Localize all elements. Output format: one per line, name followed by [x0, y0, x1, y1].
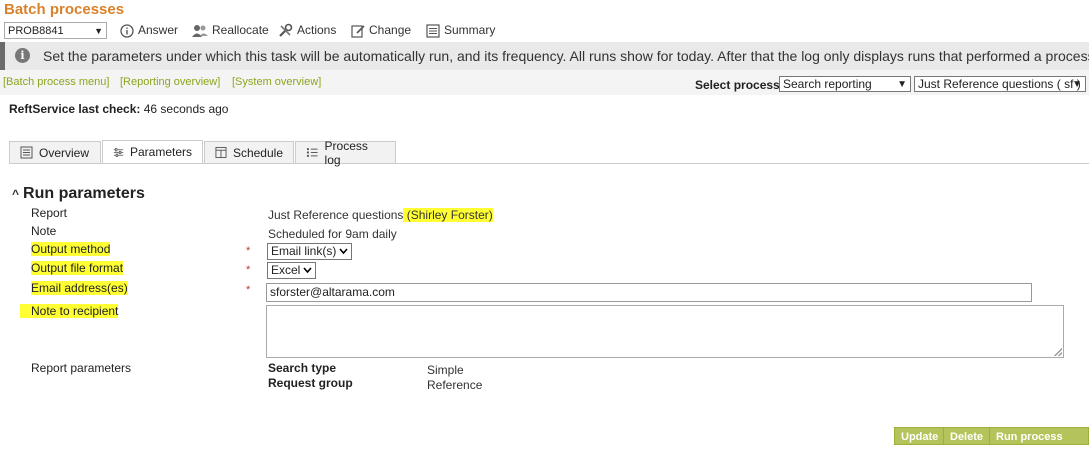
- output-method-label: Output method: [31, 242, 111, 256]
- select-process-label: Select process: [695, 78, 780, 92]
- reallocate-label: Reallocate: [212, 23, 269, 37]
- tab-overview[interactable]: Overview: [9, 141, 101, 163]
- tab-schedule[interactable]: Schedule: [204, 141, 294, 163]
- delete-button[interactable]: Delete: [943, 427, 991, 445]
- service-status-value: 46 seconds ago: [143, 102, 229, 116]
- edit-icon: [351, 24, 365, 38]
- chevron-down-icon: ▼: [1072, 79, 1082, 90]
- report-owner: (Shirley Forster): [403, 208, 493, 222]
- section-header[interactable]: ^ Run parameters: [12, 185, 145, 203]
- note-recipient-label: Note to recipient: [20, 304, 119, 318]
- output-format-select[interactable]: Excel: [267, 262, 317, 279]
- report-name: Just Reference questions: [268, 208, 404, 222]
- resize-grip-icon[interactable]: [1054, 348, 1062, 356]
- email-field[interactable]: sforster@altarama.com: [266, 283, 1032, 302]
- output-method-value: Email link(s): [271, 244, 337, 258]
- process-report-value: Just Reference questions ( sf ): [918, 77, 1081, 91]
- required-marker: *: [246, 245, 251, 257]
- param-value: Reference: [427, 378, 483, 392]
- system-overview-link[interactable]: [System overview]: [232, 76, 321, 88]
- note-value: Scheduled for 9am daily: [268, 227, 397, 241]
- output-format-value: Excel: [271, 263, 301, 277]
- info-message: Set the parameters under which this task…: [43, 48, 1089, 64]
- tab-parameters-label: Parameters: [129, 145, 192, 159]
- schedule-icon: [215, 146, 227, 159]
- info-circle-icon: [120, 23, 134, 38]
- sliders-icon: [113, 147, 124, 157]
- chevron-down-icon: [339, 248, 348, 255]
- summary-icon: [426, 23, 440, 38]
- answer-button[interactable]: Answer: [120, 22, 178, 39]
- tab-schedule-label: Schedule: [232, 145, 283, 160]
- summary-label: Summary: [444, 23, 496, 37]
- actions-label: Actions: [297, 23, 337, 37]
- list-icon: [306, 148, 318, 157]
- output-format-label: Output file format: [31, 261, 124, 275]
- tools-icon: [279, 23, 293, 37]
- param-key: Search type: [268, 361, 337, 375]
- summary-button[interactable]: Summary: [426, 22, 495, 39]
- collapse-caret-icon[interactable]: ^: [12, 187, 19, 201]
- note-label: Note: [31, 224, 57, 238]
- actions-button[interactable]: Actions: [278, 22, 336, 39]
- report-label: Report: [31, 206, 68, 220]
- tab-overview-label: Overview: [39, 145, 90, 160]
- info-icon: i: [15, 48, 30, 63]
- process-type-select[interactable]: Search reporting ▼: [779, 76, 911, 92]
- update-button[interactable]: Update: [894, 427, 946, 445]
- section-title: Run parameters: [23, 185, 145, 202]
- users-icon: [192, 24, 208, 37]
- chevron-down-icon: ▼: [897, 79, 907, 90]
- tab-parameters[interactable]: Parameters: [102, 140, 203, 163]
- reallocate-button[interactable]: Reallocate: [192, 22, 269, 39]
- report-value: Just Reference questions (Shirley Forste…: [268, 208, 493, 222]
- tabs-divider: [9, 163, 1089, 164]
- process-report-select[interactable]: Just Reference questions ( sf ) ▼: [914, 76, 1086, 92]
- chevron-down-icon: [303, 267, 312, 274]
- answer-label: Answer: [138, 23, 179, 37]
- required-marker: *: [246, 264, 251, 276]
- process-type-value: Search reporting: [783, 77, 872, 91]
- param-value: Simple: [427, 363, 464, 377]
- param-key: Request group: [268, 376, 353, 390]
- batch-process-menu-link[interactable]: [Batch process menu]: [3, 76, 109, 88]
- email-label: Email address(es): [31, 281, 128, 295]
- tab-process-log-label: Process log: [324, 138, 368, 167]
- chevron-down-icon: ▼: [94, 26, 103, 36]
- change-label: Change: [369, 23, 412, 37]
- service-status: ReftService last check: 46 seconds ago: [9, 102, 228, 116]
- tab-process-log[interactable]: Process log: [295, 139, 396, 167]
- record-select[interactable]: PROB8841 ▼: [4, 22, 107, 39]
- overview-icon: [20, 146, 33, 159]
- service-status-label: ReftService last check:: [9, 102, 141, 116]
- record-select-value: PROB8841: [8, 25, 64, 37]
- change-button[interactable]: Change: [351, 22, 411, 39]
- run-process-now-button[interactable]: Run process now: [989, 427, 1089, 461]
- page-title: Batch processes: [4, 1, 125, 18]
- required-marker: *: [246, 284, 251, 296]
- note-recipient-textarea[interactable]: [266, 305, 1064, 358]
- report-parameters-label: Report parameters: [31, 361, 132, 375]
- reporting-overview-link[interactable]: [Reporting overview]: [120, 76, 220, 88]
- output-method-select[interactable]: Email link(s): [267, 243, 353, 260]
